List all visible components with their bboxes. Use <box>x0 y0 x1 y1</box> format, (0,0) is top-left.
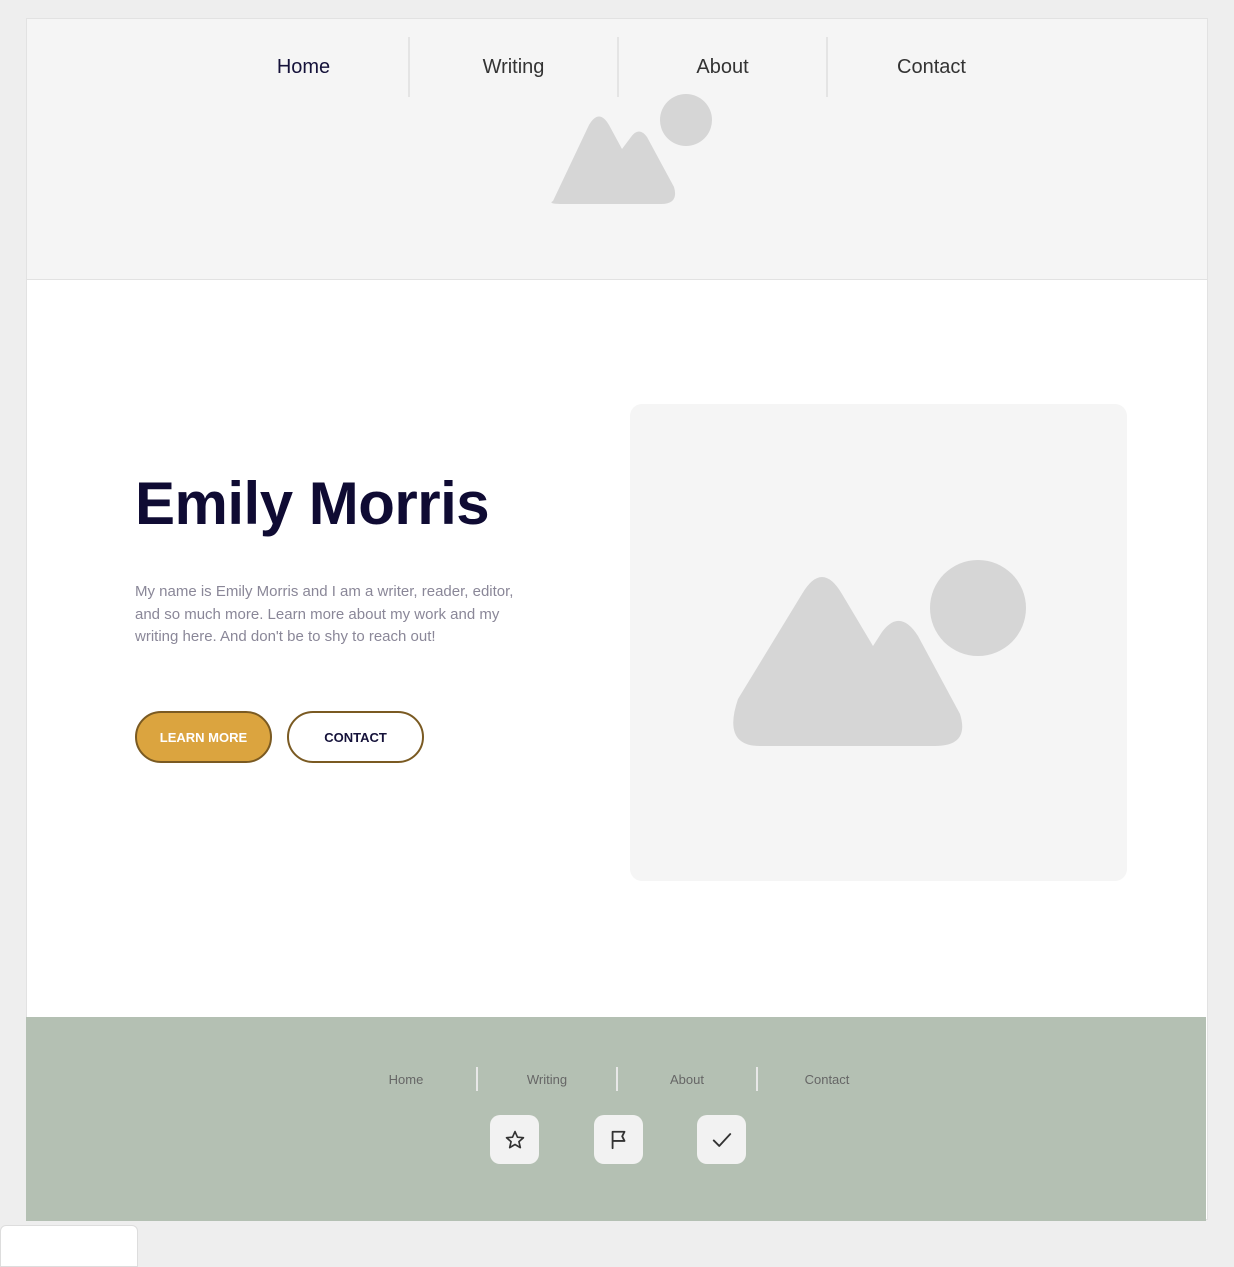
nav-item-about[interactable]: About <box>617 37 826 97</box>
nav-item-writing[interactable]: Writing <box>408 37 617 97</box>
hero-description: My name is Emily Morris and I am a write… <box>135 583 514 645</box>
main-nav: Home Writing About Contact <box>27 37 1207 97</box>
footer-nav: Home Writing About Contact <box>26 1067 1206 1091</box>
social-icons <box>26 1115 1206 1165</box>
nav-item-home[interactable]: Home <box>199 37 408 97</box>
check-icon <box>712 1132 731 1147</box>
flag-icon <box>611 1130 625 1149</box>
hero-title: Emily Morris <box>135 470 490 537</box>
footer-link-home[interactable]: Home <box>336 1067 476 1091</box>
star-icon <box>505 1130 524 1148</box>
browser-tab-fragment <box>0 1225 138 1267</box>
site-header: Home Writing About Contact <box>27 19 1207 280</box>
nav-item-contact[interactable]: Contact <box>826 37 1035 97</box>
star-icon-button[interactable] <box>490 1115 539 1164</box>
learn-more-button[interactable]: LEARN MORE <box>135 711 272 763</box>
hero-image-placeholder <box>630 404 1127 881</box>
check-icon-button[interactable] <box>697 1115 746 1164</box>
contact-button[interactable]: CONTACT <box>287 711 424 763</box>
page: Home Writing About Contact Emily Morris … <box>26 18 1208 1221</box>
footer-link-writing[interactable]: Writing <box>476 1067 616 1091</box>
flag-icon-button[interactable] <box>594 1115 643 1164</box>
footer-link-contact[interactable]: Contact <box>756 1067 896 1091</box>
logo-image-placeholder-icon <box>551 94 712 204</box>
image-placeholder-icon <box>733 560 1026 746</box>
footer-link-about[interactable]: About <box>616 1067 756 1091</box>
site-footer: Home Writing About Contact <box>26 1017 1206 1221</box>
